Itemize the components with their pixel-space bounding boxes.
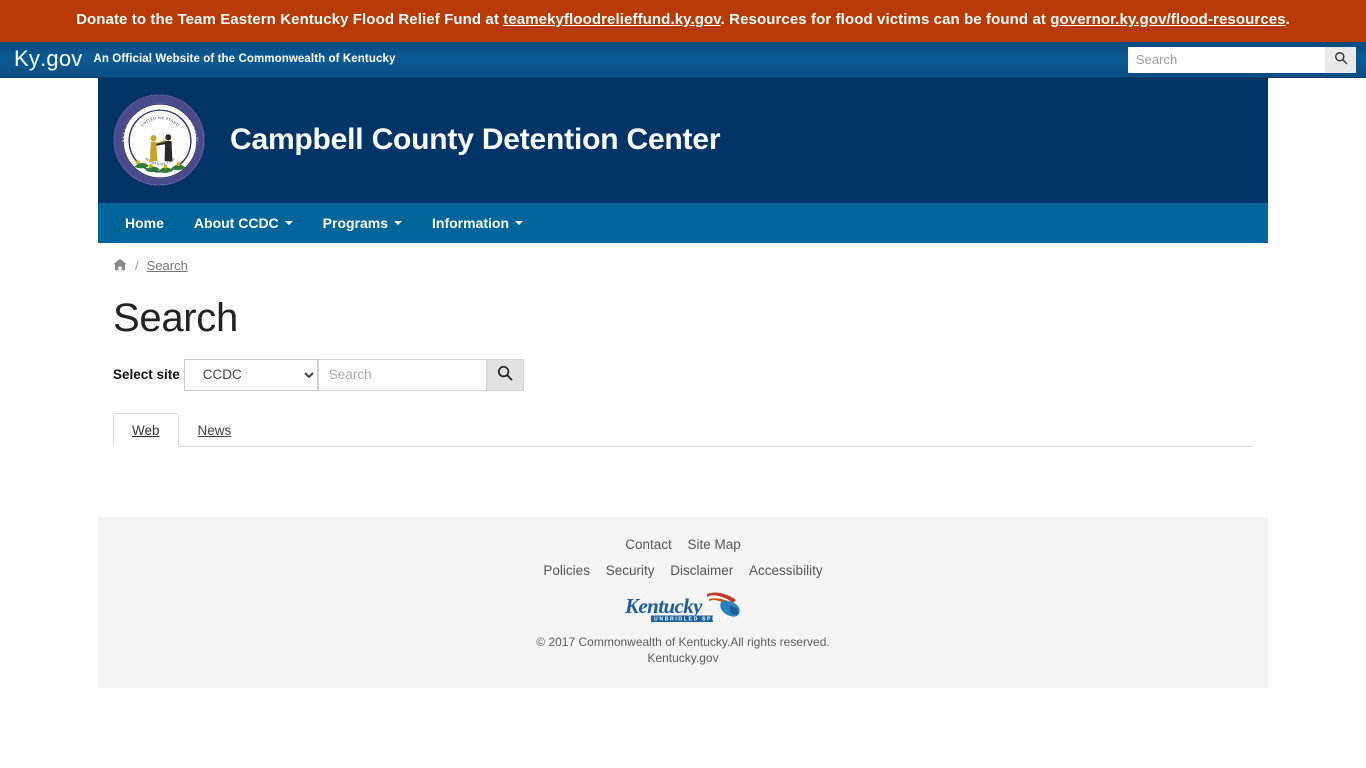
kygov-tagline: An Official Website of the Commonwealth … [93, 53, 396, 66]
footer-primary-links: Contact Site Map [98, 537, 1268, 552]
search-input[interactable] [317, 358, 486, 391]
alert-link-relief-fund[interactable]: teamekyfloodrelieffund.ky.gov [503, 11, 720, 28]
nav-item-label: About CCDC [193, 214, 279, 231]
tab-label: Web [132, 422, 160, 438]
kygov-logo[interactable]: Ky.gov [14, 48, 82, 70]
breadcrumb-home-link[interactable] [113, 258, 127, 274]
select-site-label: Select site [113, 367, 180, 383]
page-title: Search [113, 295, 238, 340]
search-icon [1334, 51, 1348, 68]
breadcrumb-item-search[interactable]: Search [147, 258, 188, 273]
footer-link-disclaimer[interactable]: Disclaimer [670, 563, 733, 578]
nav-item-information[interactable]: Information [417, 203, 538, 243]
svg-text:Kentucky: Kentucky [624, 594, 703, 618]
footer-link-contact[interactable]: Contact [625, 537, 672, 552]
footer-secondary-links: Policies Security Disclaimer Accessibili… [98, 563, 1268, 578]
nav-item-label: Programs [322, 214, 389, 231]
footer-link-site-map[interactable]: Site Map [688, 537, 741, 552]
chevron-down-icon [515, 220, 524, 225]
search-icon [497, 365, 513, 384]
nav-item-label: Home [125, 214, 164, 231]
kygov-search-input[interactable] [1128, 46, 1325, 73]
copyright-line-1: © 2017 Commonwealth of Kentucky.All righ… [536, 634, 830, 649]
site-header: COMMONWEALTH OF KENTUCKY UNITED WE STAND… [98, 77, 1268, 203]
footer-link-accessibility[interactable]: Accessibility [749, 563, 823, 578]
nav-item-label: Information [432, 214, 510, 231]
kygov-logo-bold: .gov [40, 46, 83, 72]
page-wrapper: COMMONWEALTH OF KENTUCKY UNITED WE STAND… [98, 77, 1268, 689]
svg-text:UNBRIDLED SPIRIT: UNBRIDLED SPIRIT [654, 616, 728, 622]
chevron-down-icon [394, 220, 403, 225]
footer-copyright: © 2017 Commonwealth of Kentucky.All righ… [98, 634, 1268, 666]
footer-link-policies[interactable]: Policies [543, 563, 590, 578]
nav-item-home[interactable]: Home [110, 203, 179, 243]
kygov-search-button[interactable] [1325, 46, 1356, 73]
kentucky-unbridled-spirit-logo: Kentucky UNBRIDLED SPIRIT [98, 591, 1268, 625]
breadcrumb: / Search [98, 243, 1268, 274]
kygov-logo-light: Ky [14, 46, 41, 72]
site-search-form: Select site CCDC [113, 358, 1253, 391]
breadcrumb-separator: / [135, 258, 139, 274]
kygov-statewide-bar: Ky.gov An Official Website of the Common… [0, 41, 1366, 78]
search-result-tabs: Web News [113, 412, 1253, 447]
alert-text-leading: Donate to the Team Eastern Kentucky Floo… [76, 11, 504, 28]
main-content: Search Select site CCDC Web News [98, 296, 1268, 477]
copyright-line-2: Kentucky.gov [647, 650, 719, 665]
kentucky-state-seal-icon: COMMONWEALTH OF KENTUCKY UNITED WE STAND… [113, 94, 205, 187]
tab-web[interactable]: Web [113, 412, 179, 447]
main-navigation: Home About CCDC Programs Information [98, 202, 1268, 243]
site-footer: Contact Site Map Policies Security Discl… [98, 516, 1268, 689]
site-title: Campbell County Detention Center [230, 123, 721, 157]
search-submit-button[interactable] [485, 358, 524, 391]
nav-item-programs[interactable]: Programs [308, 203, 417, 243]
tab-label: News [197, 422, 232, 438]
chevron-down-icon [284, 220, 293, 225]
alert-link-flood-resources[interactable]: governor.ky.gov/flood-resources [1050, 11, 1285, 28]
select-site-dropdown[interactable]: CCDC [183, 358, 318, 391]
flood-relief-alert-banner: Donate to the Team Eastern Kentucky Floo… [0, 0, 1366, 42]
nav-item-about-ccdc[interactable]: About CCDC [179, 203, 308, 243]
alert-text-trailing: . [1285, 11, 1290, 28]
alert-text-middle: . Resources for flood victims can be fou… [720, 11, 1051, 28]
kygov-search-form [1128, 46, 1356, 73]
search-results-area [113, 447, 1253, 477]
tab-news[interactable]: News [179, 413, 251, 447]
footer-link-security[interactable]: Security [606, 563, 655, 578]
home-icon [113, 258, 127, 274]
